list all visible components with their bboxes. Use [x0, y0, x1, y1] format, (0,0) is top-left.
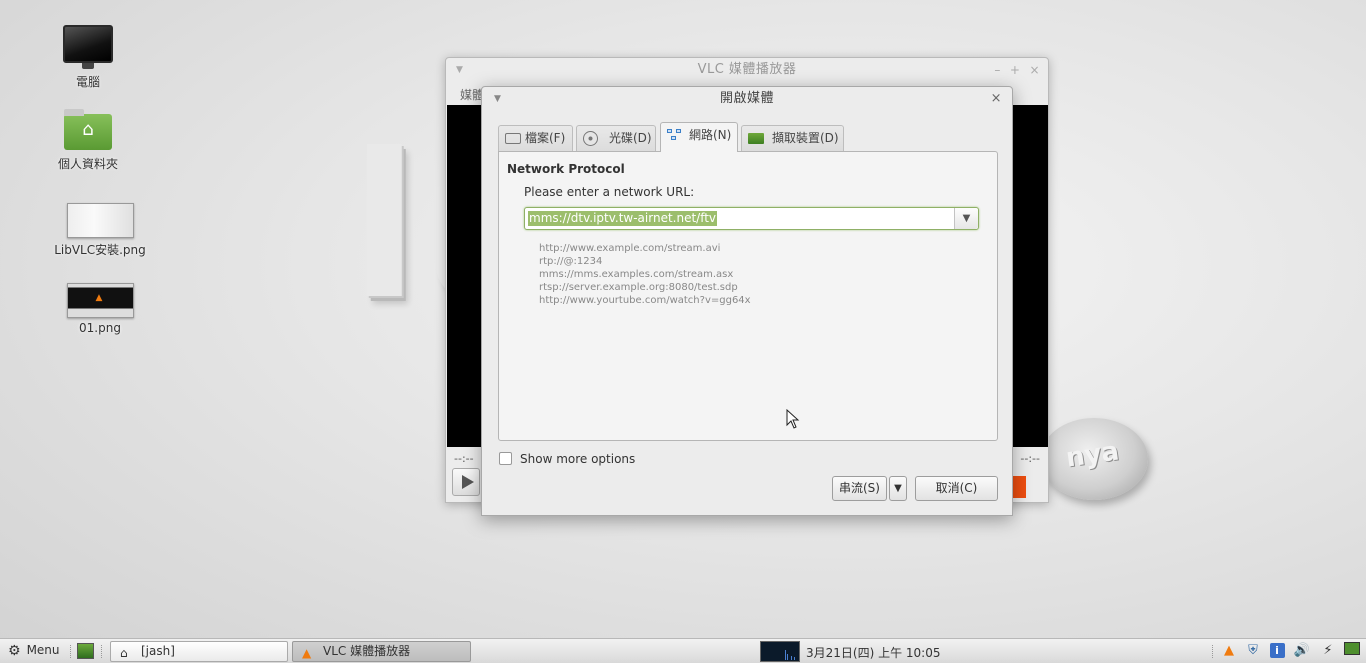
- stream-button[interactable]: 串流(S): [832, 476, 887, 501]
- volume-indicator[interactable]: [1012, 476, 1026, 498]
- desktop-icon-label: 01.png: [79, 321, 121, 335]
- window-menu-icon[interactable]: ▼: [494, 87, 501, 111]
- home-folder-icon: ⌂: [64, 109, 112, 150]
- tab-label: 光碟(D): [609, 131, 652, 145]
- chevron-down-icon[interactable]: ▼: [954, 208, 978, 229]
- example-url: http://www.yourtube.com/watch?v=gg64x: [539, 295, 751, 306]
- taskbar: ⚙ Menu ⌂ [jash] ▲ VLC 媒體播放器 3月21日(四) 上午 10:…: [0, 638, 1366, 663]
- clock[interactable]: 3月21日(四) 上午 10:05: [806, 644, 940, 661]
- desktop-icon-label: 電腦: [75, 75, 100, 89]
- home-icon: ⌂: [120, 646, 128, 660]
- taskbar-window-label: [jash]: [141, 644, 175, 658]
- network-icon: [667, 129, 683, 143]
- desktop-icon-libvlc-png[interactable]: LibVLC安裝.png: [50, 203, 150, 258]
- open-media-dialog: ▼ 開啟媒體 × 檔案(F) 光碟(D) 網路(N) 擷取裝置(D) Netwo…: [481, 86, 1013, 516]
- menu-button[interactable]: ⚙ Menu: [8, 643, 60, 659]
- example-url: mms://mms.examples.com/stream.asx: [539, 269, 734, 280]
- maximize-icon[interactable]: +: [1010, 63, 1021, 77]
- close-icon[interactable]: ×: [991, 87, 1002, 111]
- taskbar-window-jash[interactable]: ⌂ [jash]: [110, 641, 288, 662]
- show-more-options-checkbox[interactable]: [499, 452, 512, 465]
- stream-options-dropdown[interactable]: ▼: [889, 476, 907, 501]
- shield-icon[interactable]: ⛨: [1244, 642, 1262, 660]
- tab-network[interactable]: 網路(N): [660, 122, 738, 152]
- network-panel: Network Protocol Please enter a network …: [498, 151, 998, 441]
- capture-card-icon: [748, 133, 764, 144]
- show-more-options-label: Show more options: [520, 452, 636, 466]
- tab-file[interactable]: 檔案(F): [498, 125, 573, 151]
- play-button[interactable]: [452, 468, 480, 496]
- network-icon[interactable]: ⚡: [1319, 642, 1337, 660]
- example-url: http://www.example.com/stream.avi: [539, 243, 721, 254]
- wallpaper-badge: nya: [1040, 418, 1148, 500]
- volume-icon[interactable]: 🔊: [1293, 642, 1311, 660]
- window-menu-icon[interactable]: ▼: [456, 58, 463, 82]
- wallpaper-logo: lu: [350, 128, 460, 338]
- cancel-button[interactable]: 取消(C): [915, 476, 998, 501]
- url-examples: http://www.example.com/stream.avi rtp://…: [539, 242, 751, 307]
- section-title: Network Protocol: [507, 162, 625, 176]
- tab-capture-device[interactable]: 擷取裝置(D): [741, 125, 844, 151]
- separator: [1212, 645, 1214, 658]
- desktop-icon-label: LibVLC安裝.png: [54, 243, 146, 257]
- vlc-titlebar[interactable]: ▼ VLC 媒體播放器 – + ×: [446, 58, 1048, 82]
- menu-label: Menu: [26, 643, 60, 657]
- desktop-icon-label: 個人資料夾: [57, 157, 118, 171]
- display-icon[interactable]: [1343, 642, 1361, 660]
- vlc-title: VLC 媒體播放器: [697, 62, 797, 77]
- disc-icon: [583, 131, 598, 146]
- desktop-icon-home[interactable]: ⌂ 個人資料夾: [38, 109, 138, 172]
- minimize-icon[interactable]: –: [994, 63, 1001, 77]
- info-icon[interactable]: i: [1268, 642, 1286, 660]
- desktop-icon-01-png[interactable]: ▲ 01.png: [50, 283, 150, 335]
- example-url: rtsp://server.example.org:8080/test.sdp: [539, 282, 738, 293]
- separator: [70, 645, 72, 658]
- dialog-titlebar[interactable]: ▼ 開啟媒體 ×: [482, 87, 1012, 111]
- total-time: --:--: [1020, 452, 1040, 465]
- image-file-icon: [66, 203, 134, 238]
- separator: [101, 645, 103, 658]
- vlc-icon[interactable]: ▲: [1220, 642, 1238, 660]
- desktop-icon-computer[interactable]: 電腦: [38, 25, 138, 90]
- taskbar-window-label: VLC 媒體播放器: [323, 644, 411, 658]
- close-icon[interactable]: ×: [1029, 63, 1040, 77]
- gear-icon: ⚙: [8, 643, 21, 659]
- elapsed-time: --:--: [454, 452, 474, 465]
- image-file-icon: ▲: [66, 283, 134, 318]
- show-more-options[interactable]: Show more options: [499, 452, 635, 466]
- tab-label: 網路(N): [689, 128, 732, 142]
- folder-icon: [505, 133, 521, 144]
- tab-label: 擷取裝置(D): [772, 131, 839, 145]
- taskbar-window-vlc[interactable]: ▲ VLC 媒體播放器: [292, 641, 471, 662]
- tab-disc[interactable]: 光碟(D): [576, 125, 656, 151]
- url-prompt: Please enter a network URL:: [524, 185, 695, 199]
- vlc-icon: ▲: [302, 646, 312, 660]
- url-combobox[interactable]: mms://dtv.iptv.tw-airnet.net/ftv ▼: [524, 207, 979, 230]
- computer-icon: [63, 25, 113, 69]
- tab-label: 檔案(F): [525, 131, 566, 145]
- dialog-title: 開啟媒體: [719, 91, 774, 106]
- system-monitor-graph[interactable]: [760, 641, 800, 662]
- url-input[interactable]: mms://dtv.iptv.tw-airnet.net/ftv: [528, 211, 718, 226]
- show-desktop-icon[interactable]: [77, 643, 94, 659]
- example-url: rtp://@:1234: [539, 256, 603, 267]
- chevron-down-icon: ▼: [894, 483, 902, 494]
